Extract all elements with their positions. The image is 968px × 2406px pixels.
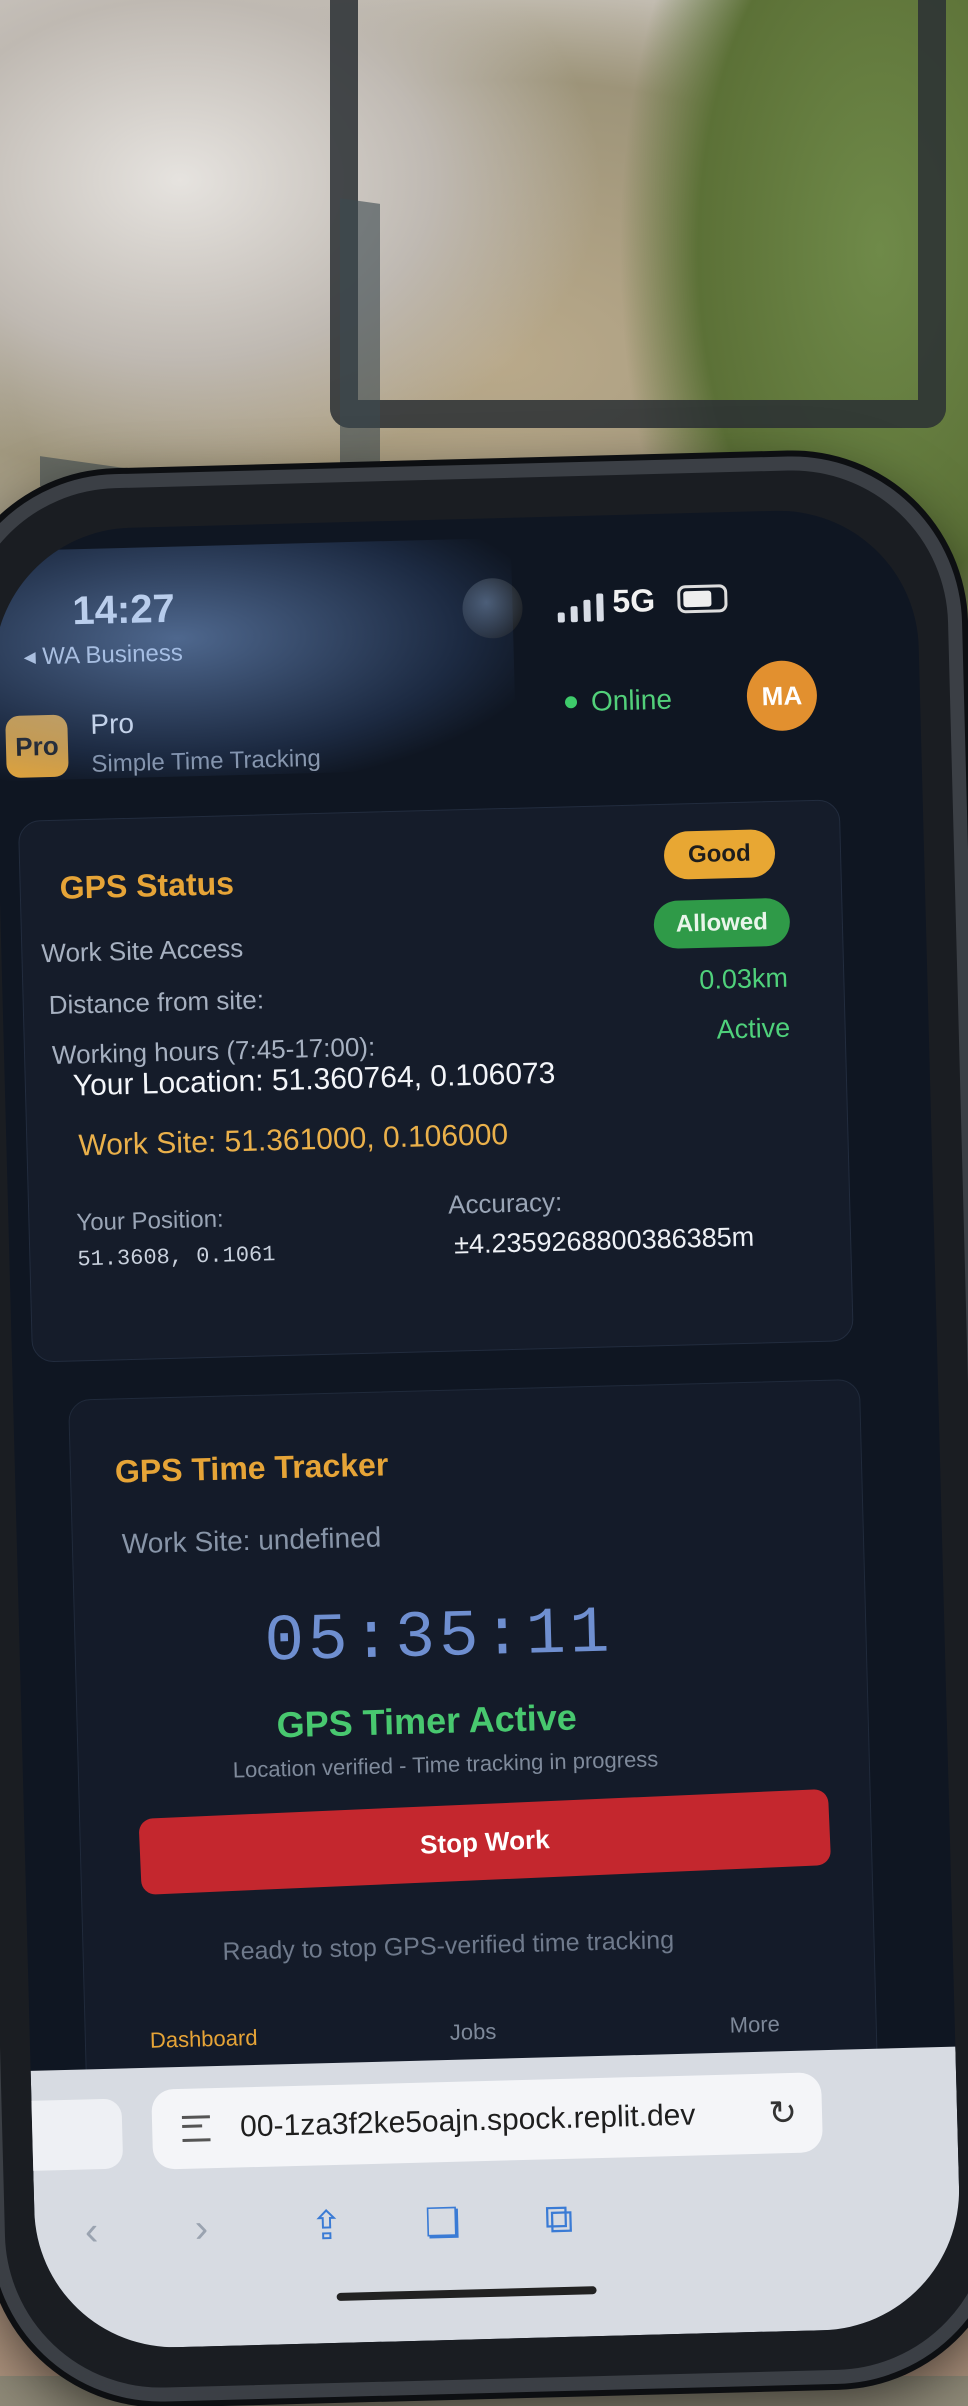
app-subtitle: Simple Time Tracking: [91, 744, 322, 778]
forward-icon[interactable]: ›: [194, 2206, 209, 2251]
bookmarks-icon[interactable]: ❏: [424, 2200, 461, 2247]
back-to-app[interactable]: ◂ WA Business: [23, 638, 183, 671]
app-name: Pro: [90, 707, 135, 740]
back-icon[interactable]: ‹: [84, 2209, 99, 2254]
tabs-icon[interactable]: ⧉: [544, 2197, 574, 2243]
online-dot-icon: [564, 696, 578, 709]
work-site-access-label: Work Site Access: [41, 932, 244, 969]
share-icon[interactable]: ⇪: [309, 2203, 344, 2250]
app-logo: Pro: [5, 714, 69, 779]
tracker-work-site: Work Site: undefined: [121, 1521, 382, 1560]
status-time: 14:27: [71, 586, 176, 634]
phone: 14:27 ◂ WA Business 5G Pro Pro Simple Ti…: [0, 452, 968, 2406]
nav-dashboard[interactable]: Dashboard: [150, 2025, 258, 2054]
phone-screen: 14:27 ◂ WA Business 5G Pro Pro Simple Ti…: [0, 507, 963, 2351]
gps-quality-badge: Good: [663, 829, 776, 880]
battery-icon: [676, 584, 728, 614]
address-bar[interactable]: 00-1za3f2ke5oajn.spock.replit.dev ↻: [151, 2072, 824, 2170]
elapsed-timer: 05:35:11: [263, 1595, 615, 1680]
nav-more[interactable]: More: [729, 2011, 780, 2038]
reload-icon[interactable]: ↻: [768, 2093, 798, 2134]
background-door-frame: [330, 0, 946, 428]
distance-label: Distance from site:: [48, 984, 265, 1021]
url-text: 00-1za3f2ke5oajn.spock.replit.dev: [239, 2098, 696, 2144]
gps-status-title: GPS Status: [59, 865, 235, 906]
nav-jobs[interactable]: Jobs: [449, 2019, 496, 2046]
position-value: 51.3608, 0.1061: [77, 1242, 276, 1273]
connection-status: Online: [564, 683, 673, 719]
previous-tab[interactable]: [11, 2098, 124, 2172]
front-camera: [461, 577, 524, 640]
work-site-access-badge: Allowed: [653, 897, 791, 950]
time-tracker-title: GPS Time Tracker: [114, 1446, 389, 1490]
browser-toolbar: 00-1za3f2ke5oajn.spock.replit.dev ↻ ‹ › …: [11, 2046, 963, 2351]
position-label: Your Position:: [76, 1205, 224, 1237]
distance-value: 0.03km: [698, 962, 789, 996]
accuracy-label: Accuracy:: [447, 1186, 563, 1220]
home-indicator: [336, 2286, 597, 2301]
connection-status-label: Online: [590, 683, 673, 717]
signal-icon: [557, 593, 604, 623]
network-type: 5G: [611, 582, 656, 620]
reader-mode-icon[interactable]: [181, 2115, 211, 2142]
back-app-label: WA Business: [41, 639, 184, 671]
working-hours-value: Active: [716, 1012, 791, 1045]
timer-status: GPS Timer Active: [276, 1696, 578, 1746]
avatar[interactable]: MA: [746, 659, 818, 732]
